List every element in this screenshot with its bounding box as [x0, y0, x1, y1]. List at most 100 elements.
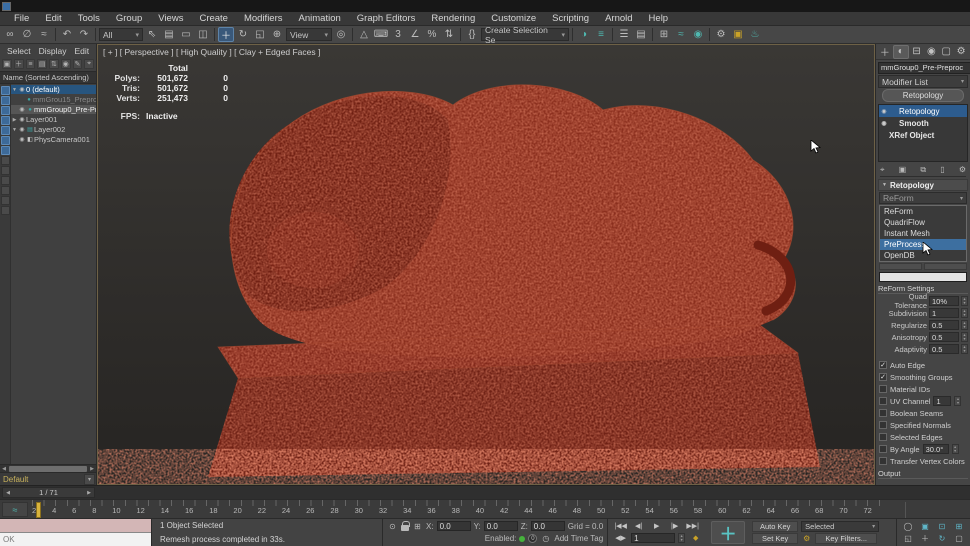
zoom-all-icon[interactable]: ▣: [918, 521, 932, 532]
zoom-icon[interactable]: ◯: [901, 521, 915, 532]
tree-row-mmgroup15[interactable]: ● mmGrou15_Preproc: [11, 95, 96, 104]
eye-icon[interactable]: ◉: [18, 116, 26, 123]
checkbox[interactable]: [879, 457, 887, 465]
checkbox[interactable]: [879, 409, 887, 417]
show-end-result-icon[interactable]: ▣: [899, 165, 907, 174]
pick-parent-icon[interactable]: ＋: [14, 59, 24, 69]
x-coordinate-field[interactable]: 0.0: [437, 521, 471, 531]
adaptivity-field[interactable]: 0.5: [929, 344, 959, 354]
tree-row-physcamera001[interactable]: ◉ ◧ PhysCamera001: [11, 135, 96, 144]
reference-coordinate-dropdown[interactable]: View▾: [286, 28, 332, 41]
key-mode-toggle-icon[interactable]: ◀▶: [613, 534, 628, 542]
angle-snap-icon[interactable]: ∠: [407, 27, 423, 42]
by-angle-field[interactable]: 30.0°: [923, 444, 949, 454]
menu-help[interactable]: Help: [641, 13, 677, 24]
redo-icon[interactable]: ↷: [76, 27, 92, 42]
zoom-region-icon[interactable]: ◱: [901, 533, 915, 544]
frame-prev-icon[interactable]: ◀: [3, 490, 13, 496]
explorer-menu-edit[interactable]: Edit: [72, 46, 93, 56]
create-selection-set-dropdown[interactable]: Create Selection Se▾: [481, 28, 569, 41]
eye-icon[interactable]: ◉: [879, 120, 889, 127]
named-selection-sets-icon[interactable]: {}: [464, 27, 480, 42]
object-name-field[interactable]: [878, 62, 970, 74]
menu-customize[interactable]: Customize: [483, 13, 544, 24]
menu-edit[interactable]: Edit: [37, 13, 69, 24]
y-coordinate-field[interactable]: 0.0: [484, 521, 518, 531]
tab-utilities[interactable]: ⚙: [954, 45, 968, 59]
checkbox[interactable]: [879, 397, 887, 405]
menu-group[interactable]: Group: [108, 13, 150, 24]
explorer-filter-icon[interactable]: [1, 136, 10, 145]
key-filters-button[interactable]: Key Filters...: [815, 533, 877, 544]
menu-rendering[interactable]: Rendering: [423, 13, 483, 24]
selection-region-icon[interactable]: ▭: [178, 27, 194, 42]
zoom-extents-all-icon[interactable]: ⊞: [952, 521, 966, 532]
explorer-filter-icon[interactable]: [1, 166, 10, 175]
checkbox[interactable]: [879, 445, 887, 453]
remove-modifier-icon[interactable]: ▯: [940, 165, 944, 174]
select-and-place-icon[interactable]: ⊕: [269, 27, 285, 42]
mini-curve-editor-button[interactable]: ≈: [2, 502, 28, 517]
spinner-snap-icon[interactable]: ⇅: [441, 27, 457, 42]
explorer-filter-icon[interactable]: [1, 106, 10, 115]
lock-icon[interactable]: ▣: [2, 59, 12, 69]
selection-filter-dropdown[interactable]: All▾: [99, 28, 143, 41]
eye-icon[interactable]: ◉: [879, 108, 889, 115]
percent-snap-icon[interactable]: %: [424, 27, 440, 42]
configure-modifier-sets-icon[interactable]: ⚙: [959, 165, 966, 174]
retopology-button[interactable]: Retopology: [882, 89, 964, 102]
next-frame-icon[interactable]: |▶: [667, 522, 682, 530]
eye-icon[interactable]: ◉: [18, 86, 26, 93]
expand-icon[interactable]: ▼: [11, 87, 18, 93]
viewport-label[interactable]: [ + ] [ Perspective ] [ High Quality ] […: [103, 47, 320, 57]
curve-editor-icon[interactable]: ≈: [673, 27, 689, 42]
tab-display[interactable]: ▢: [939, 45, 953, 59]
current-frame-field[interactable]: 1: [631, 533, 675, 543]
select-and-move-icon[interactable]: ＋: [218, 27, 234, 42]
uv-channel-field[interactable]: 1: [933, 396, 951, 406]
quad-tolerance-field[interactable]: 10%: [929, 296, 959, 306]
find-icon[interactable]: ⌖: [84, 59, 94, 69]
select-object-icon[interactable]: ⇖: [144, 27, 160, 42]
spinner[interactable]: ▴▾: [961, 332, 968, 342]
previous-frame-icon[interactable]: ◀|: [631, 522, 646, 530]
workspace-selector[interactable]: Default ▾: [0, 472, 96, 485]
menu-tools[interactable]: Tools: [70, 13, 108, 24]
listener-script-line[interactable]: OK: [0, 533, 151, 546]
eye-icon[interactable]: ◉: [18, 106, 26, 113]
add-time-tag[interactable]: Add Time Tag: [554, 534, 603, 543]
option-preprocess[interactable]: PreProcess: [880, 239, 966, 250]
scroll-right-icon[interactable]: ▶: [88, 466, 96, 472]
spinner[interactable]: ▴▾: [961, 344, 968, 354]
tree-row-layer002[interactable]: ▼ ◉ ▤ Layer002: [11, 125, 96, 134]
retopology-rollout-header[interactable]: ▼ Retopology: [878, 179, 968, 191]
z-coordinate-field[interactable]: 0.0: [531, 521, 565, 531]
checkbox[interactable]: [879, 385, 887, 393]
selection-set-dropdown[interactable]: Selected ▾: [801, 521, 879, 532]
toggle-scene-explorer-icon[interactable]: ☰: [616, 27, 632, 42]
isolate-selection-icon[interactable]: ⊙: [387, 521, 398, 532]
explorer-filter-icon[interactable]: [1, 176, 10, 185]
time-slider[interactable]: [36, 502, 41, 518]
material-editor-icon[interactable]: ◉: [690, 27, 706, 42]
window-crossing-icon[interactable]: ◫: [195, 27, 211, 42]
stack-item-smooth[interactable]: ◉ Smooth: [879, 117, 967, 129]
frame-next-icon[interactable]: ▶: [84, 490, 94, 496]
explorer-filter-icon[interactable]: [1, 86, 10, 95]
expand-icon[interactable]: ▼: [11, 127, 18, 133]
option-instant-mesh[interactable]: Instant Mesh: [880, 228, 966, 239]
spinner[interactable]: ▴▾: [961, 308, 968, 318]
scroll-left-icon[interactable]: ◀: [0, 466, 8, 472]
align-icon[interactable]: ≡: [593, 27, 609, 42]
render-production-icon[interactable]: ♨: [747, 27, 763, 42]
key-filter-icon[interactable]: ⚙: [801, 533, 812, 544]
spinner[interactable]: ▴▾: [678, 533, 685, 543]
menu-graph-editors[interactable]: Graph Editors: [349, 13, 424, 24]
modifier-list-dropdown[interactable]: Modifier List ▾: [878, 75, 968, 88]
undo-icon[interactable]: ↶: [59, 27, 75, 42]
spinner[interactable]: ▴▾: [954, 396, 961, 406]
checkbox[interactable]: [879, 421, 887, 429]
tab-modify[interactable]: ◐: [893, 45, 909, 59]
render-setup-icon[interactable]: ⚙: [713, 27, 729, 42]
spinner[interactable]: ▴▾: [952, 444, 959, 454]
